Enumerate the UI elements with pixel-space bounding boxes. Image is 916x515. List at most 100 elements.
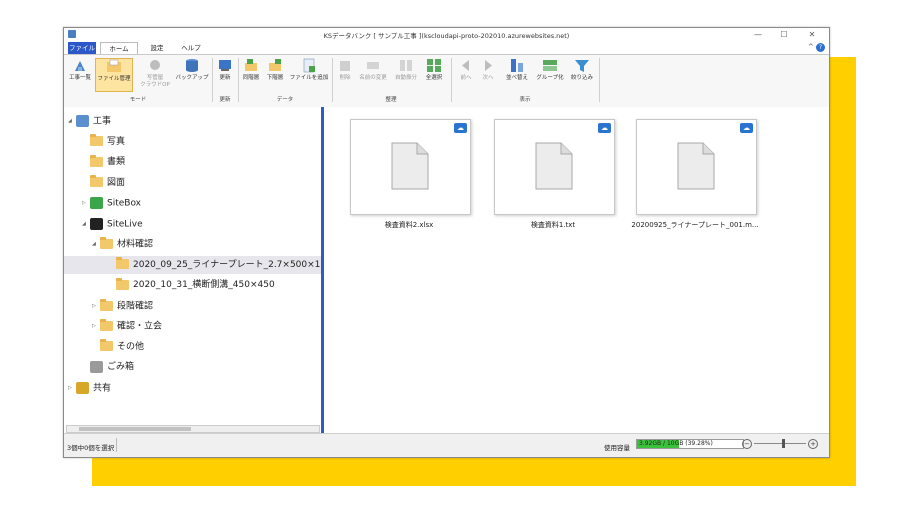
scrollbar-thumb[interactable]	[79, 427, 191, 431]
construction-icon	[76, 115, 89, 127]
usage-total: / 10GB (39.28%)	[661, 440, 713, 447]
next-button[interactable]: 次へ	[478, 58, 498, 92]
folder-icon	[90, 175, 103, 187]
maximize-button[interactable]: ☐	[774, 29, 794, 40]
prev-icon	[462, 60, 469, 71]
tree-item[interactable]: 図面	[82, 174, 125, 192]
construction-list-button[interactable]: 工事一覧	[67, 58, 93, 92]
auto-sort-icon	[400, 60, 412, 71]
backup-button[interactable]: バックアップ	[175, 58, 209, 92]
tree-expander-icon[interactable]: ◢	[68, 112, 76, 130]
tree-expander-icon[interactable]: ◢	[82, 215, 90, 233]
tree-horizontal-scrollbar[interactable]	[66, 425, 320, 433]
delete-button[interactable]: 削除	[336, 58, 354, 92]
tree-expander-icon[interactable]: ▷	[92, 317, 100, 335]
tree-item-label: 書類	[107, 157, 126, 167]
select-all-icon	[427, 59, 441, 72]
folder-tree: ◢ 工事 写真 書類 図面 ▷ SiteBox ◢ SiteLive ◢ 材料確認 2020_09_2…	[64, 107, 362, 433]
tab-home[interactable]: ホーム	[100, 42, 138, 54]
tree-item-label: 図面	[107, 177, 126, 188]
file-thumbnail[interactable]: ☁	[494, 119, 615, 215]
tree-expander-icon[interactable]: ▷	[82, 194, 90, 212]
group-label-mode: モード	[129, 97, 147, 103]
group-label-data: データ	[276, 97, 294, 103]
sitelive-icon	[90, 217, 103, 230]
tree-item-label: ごみ箱	[107, 362, 135, 372]
tree-item-label: 2020_10_31_横断側溝_450×450	[133, 280, 275, 290]
tree-item-label: 2020_09_25_ライナープレート_2.7×500×1570	[133, 259, 338, 270]
tree-item[interactable]: 2020_09_25_ライナープレート_2.7×500×1570	[64, 255, 362, 274]
sort-button[interactable]: 並べ替え	[502, 58, 532, 92]
tree-item[interactable]: ごみ箱	[82, 358, 134, 376]
tree-item[interactable]: ◢ SiteLive	[82, 215, 143, 233]
selection-count: 3個中0個を選択	[67, 444, 115, 452]
sub-level-folder-button[interactable]: 下階層	[264, 58, 286, 92]
tab-settings[interactable]: 設定	[144, 42, 170, 54]
file-name[interactable]: 20200925_ライナープレート_001.m...	[630, 220, 760, 230]
title-bar: KSデータバンク [ サンプル工事 ](kscloudapi-proto-202…	[64, 28, 829, 41]
folder-icon	[116, 277, 129, 290]
rename-button[interactable]: 名前の変更	[356, 58, 390, 92]
cloud-folder-icon	[100, 339, 113, 351]
group-label-view: 表示	[519, 97, 531, 103]
window-title: KSデータバンク [ サンプル工事 ](kscloudapi-proto-202…	[323, 32, 570, 40]
folder-icon	[90, 134, 103, 146]
group-label-organize: 整理	[385, 97, 397, 103]
tree-item[interactable]: その他	[92, 338, 144, 356]
tree-item-label: 材料確認	[117, 239, 154, 250]
tree-item[interactable]: 書類	[82, 153, 125, 171]
trash-icon	[90, 360, 103, 373]
tree-expander-icon[interactable]: ▷	[68, 379, 76, 397]
tree-expander-icon[interactable]: ◢	[92, 235, 100, 253]
tree-item[interactable]: ▷ 共有	[68, 379, 111, 397]
select-all-button[interactable]: 全選択	[422, 58, 446, 92]
zoom-track	[754, 443, 806, 444]
tree-item-label: 段階確認	[117, 301, 154, 311]
zoom-slider[interactable]: − +	[742, 438, 818, 450]
group-button[interactable]: グループ化	[534, 58, 566, 92]
zoom-in-icon[interactable]: +	[808, 439, 818, 449]
tree-item-label: 確認・立会	[117, 321, 163, 332]
app-window: KSデータバンク [ サンプル工事 ](kscloudapi-proto-202…	[63, 27, 830, 458]
tree-item[interactable]: ▷ 段階確認	[92, 297, 153, 315]
tab-file[interactable]: ファイル	[68, 42, 96, 54]
tree-item[interactable]: ▷ 確認・立会	[92, 317, 162, 335]
auto-sort-button[interactable]: 自動振分	[392, 58, 420, 92]
file-manage-button[interactable]: ファイル管理	[95, 58, 133, 92]
help-icon[interactable]: ?	[816, 43, 825, 52]
cloud-icon: ☁	[454, 123, 467, 133]
file-name[interactable]: 検査資料2.xlsx	[344, 220, 474, 230]
same-level-folder-button[interactable]: 同階層	[240, 58, 262, 92]
ribbon-separator	[599, 58, 600, 102]
tree-item[interactable]: 2020_10_31_横断側溝_450×450	[108, 276, 275, 294]
shakanya-cloud-button[interactable]: 写管屋 クラウドOP	[137, 58, 173, 92]
usage-used: 3.92GB	[639, 440, 662, 447]
file-thumbnail[interactable]: ☁	[636, 119, 757, 215]
shakanya-cloud-icon	[150, 60, 160, 70]
next-icon	[485, 60, 492, 71]
tree-item[interactable]: ◢ 工事	[68, 112, 111, 130]
file-thumbnail[interactable]: ☁	[350, 119, 471, 215]
cloud-folder-icon	[100, 298, 113, 311]
collapse-ribbon-icon[interactable]: ^	[808, 43, 814, 51]
zoom-knob[interactable]	[782, 439, 785, 448]
prev-button[interactable]: 前へ	[456, 58, 476, 92]
tree-item[interactable]: 写真	[82, 133, 125, 151]
zoom-out-icon[interactable]: −	[742, 439, 752, 449]
refresh-button[interactable]: 更新	[215, 58, 235, 92]
file-name[interactable]: 検査資料1.txt	[488, 220, 618, 230]
add-file-button[interactable]: ファイルを追加	[288, 58, 330, 92]
tree-item[interactable]: ◢ 材料確認	[92, 235, 153, 253]
storage-usage-bar: 3.92GB / 10GB (39.28%)	[636, 439, 744, 449]
minimize-button[interactable]: —	[748, 29, 768, 40]
tree-item[interactable]: ▷ SiteBox	[82, 194, 141, 212]
close-button[interactable]: ✕	[802, 29, 822, 40]
filter-button[interactable]: 絞り込み	[568, 58, 596, 92]
backup-icon	[186, 59, 198, 72]
document-icon	[535, 142, 573, 190]
tab-help[interactable]: ヘルプ	[178, 42, 204, 54]
tree-expander-icon[interactable]: ▷	[92, 297, 100, 315]
group-icon	[543, 60, 557, 71]
status-separator	[116, 438, 117, 452]
ribbon-tabs: ファイル ホーム 設定 ヘルプ ^ ?	[64, 42, 829, 54]
